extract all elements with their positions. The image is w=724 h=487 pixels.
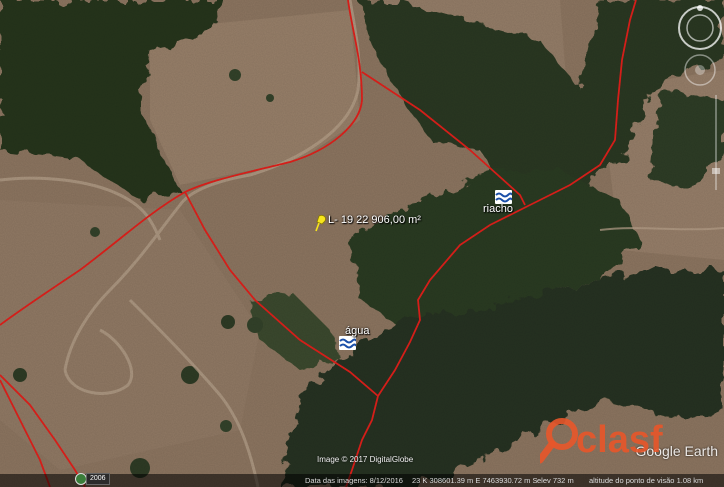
satellite-imagery[interactable]: [0, 0, 724, 487]
watermark-text: clasf: [576, 419, 663, 461]
map-viewport[interactable]: L- 19 22 906,00 m² riacho água Image © 2…: [0, 0, 724, 487]
water-icon[interactable]: [339, 336, 357, 350]
riacho-placemark-label[interactable]: riacho: [483, 203, 513, 215]
cursor-coordinates: 23 K 308601.39 m E 7463930.72 m S: [412, 476, 538, 485]
look-joystick-icon[interactable]: [684, 54, 716, 86]
zoom-slider-icon[interactable]: [712, 95, 720, 190]
area-placemark-label[interactable]: L- 19 22 906,00 m²: [328, 214, 421, 226]
water-icon[interactable]: [495, 190, 513, 204]
agua-placemark-label[interactable]: água: [345, 325, 369, 337]
elevation-readout: elev 732 m: [537, 476, 574, 485]
eye-altitude-readout: altitude do ponto de visão 1.08 km: [589, 476, 704, 485]
historical-imagery-badge[interactable]: 2006: [86, 473, 110, 485]
pushpin-icon[interactable]: [313, 214, 329, 232]
imagery-date: Data das imagens: 8/12/2016: [305, 476, 403, 485]
magnifier-icon: [536, 418, 578, 464]
imagery-credit: Image © 2017 DigitalGlobe: [317, 455, 414, 464]
navigation-controls: [676, 0, 724, 200]
compass-ring-icon[interactable]: [678, 5, 722, 50]
imagery-grain: [0, 0, 724, 487]
clasf-watermark: clasf: [536, 416, 710, 466]
